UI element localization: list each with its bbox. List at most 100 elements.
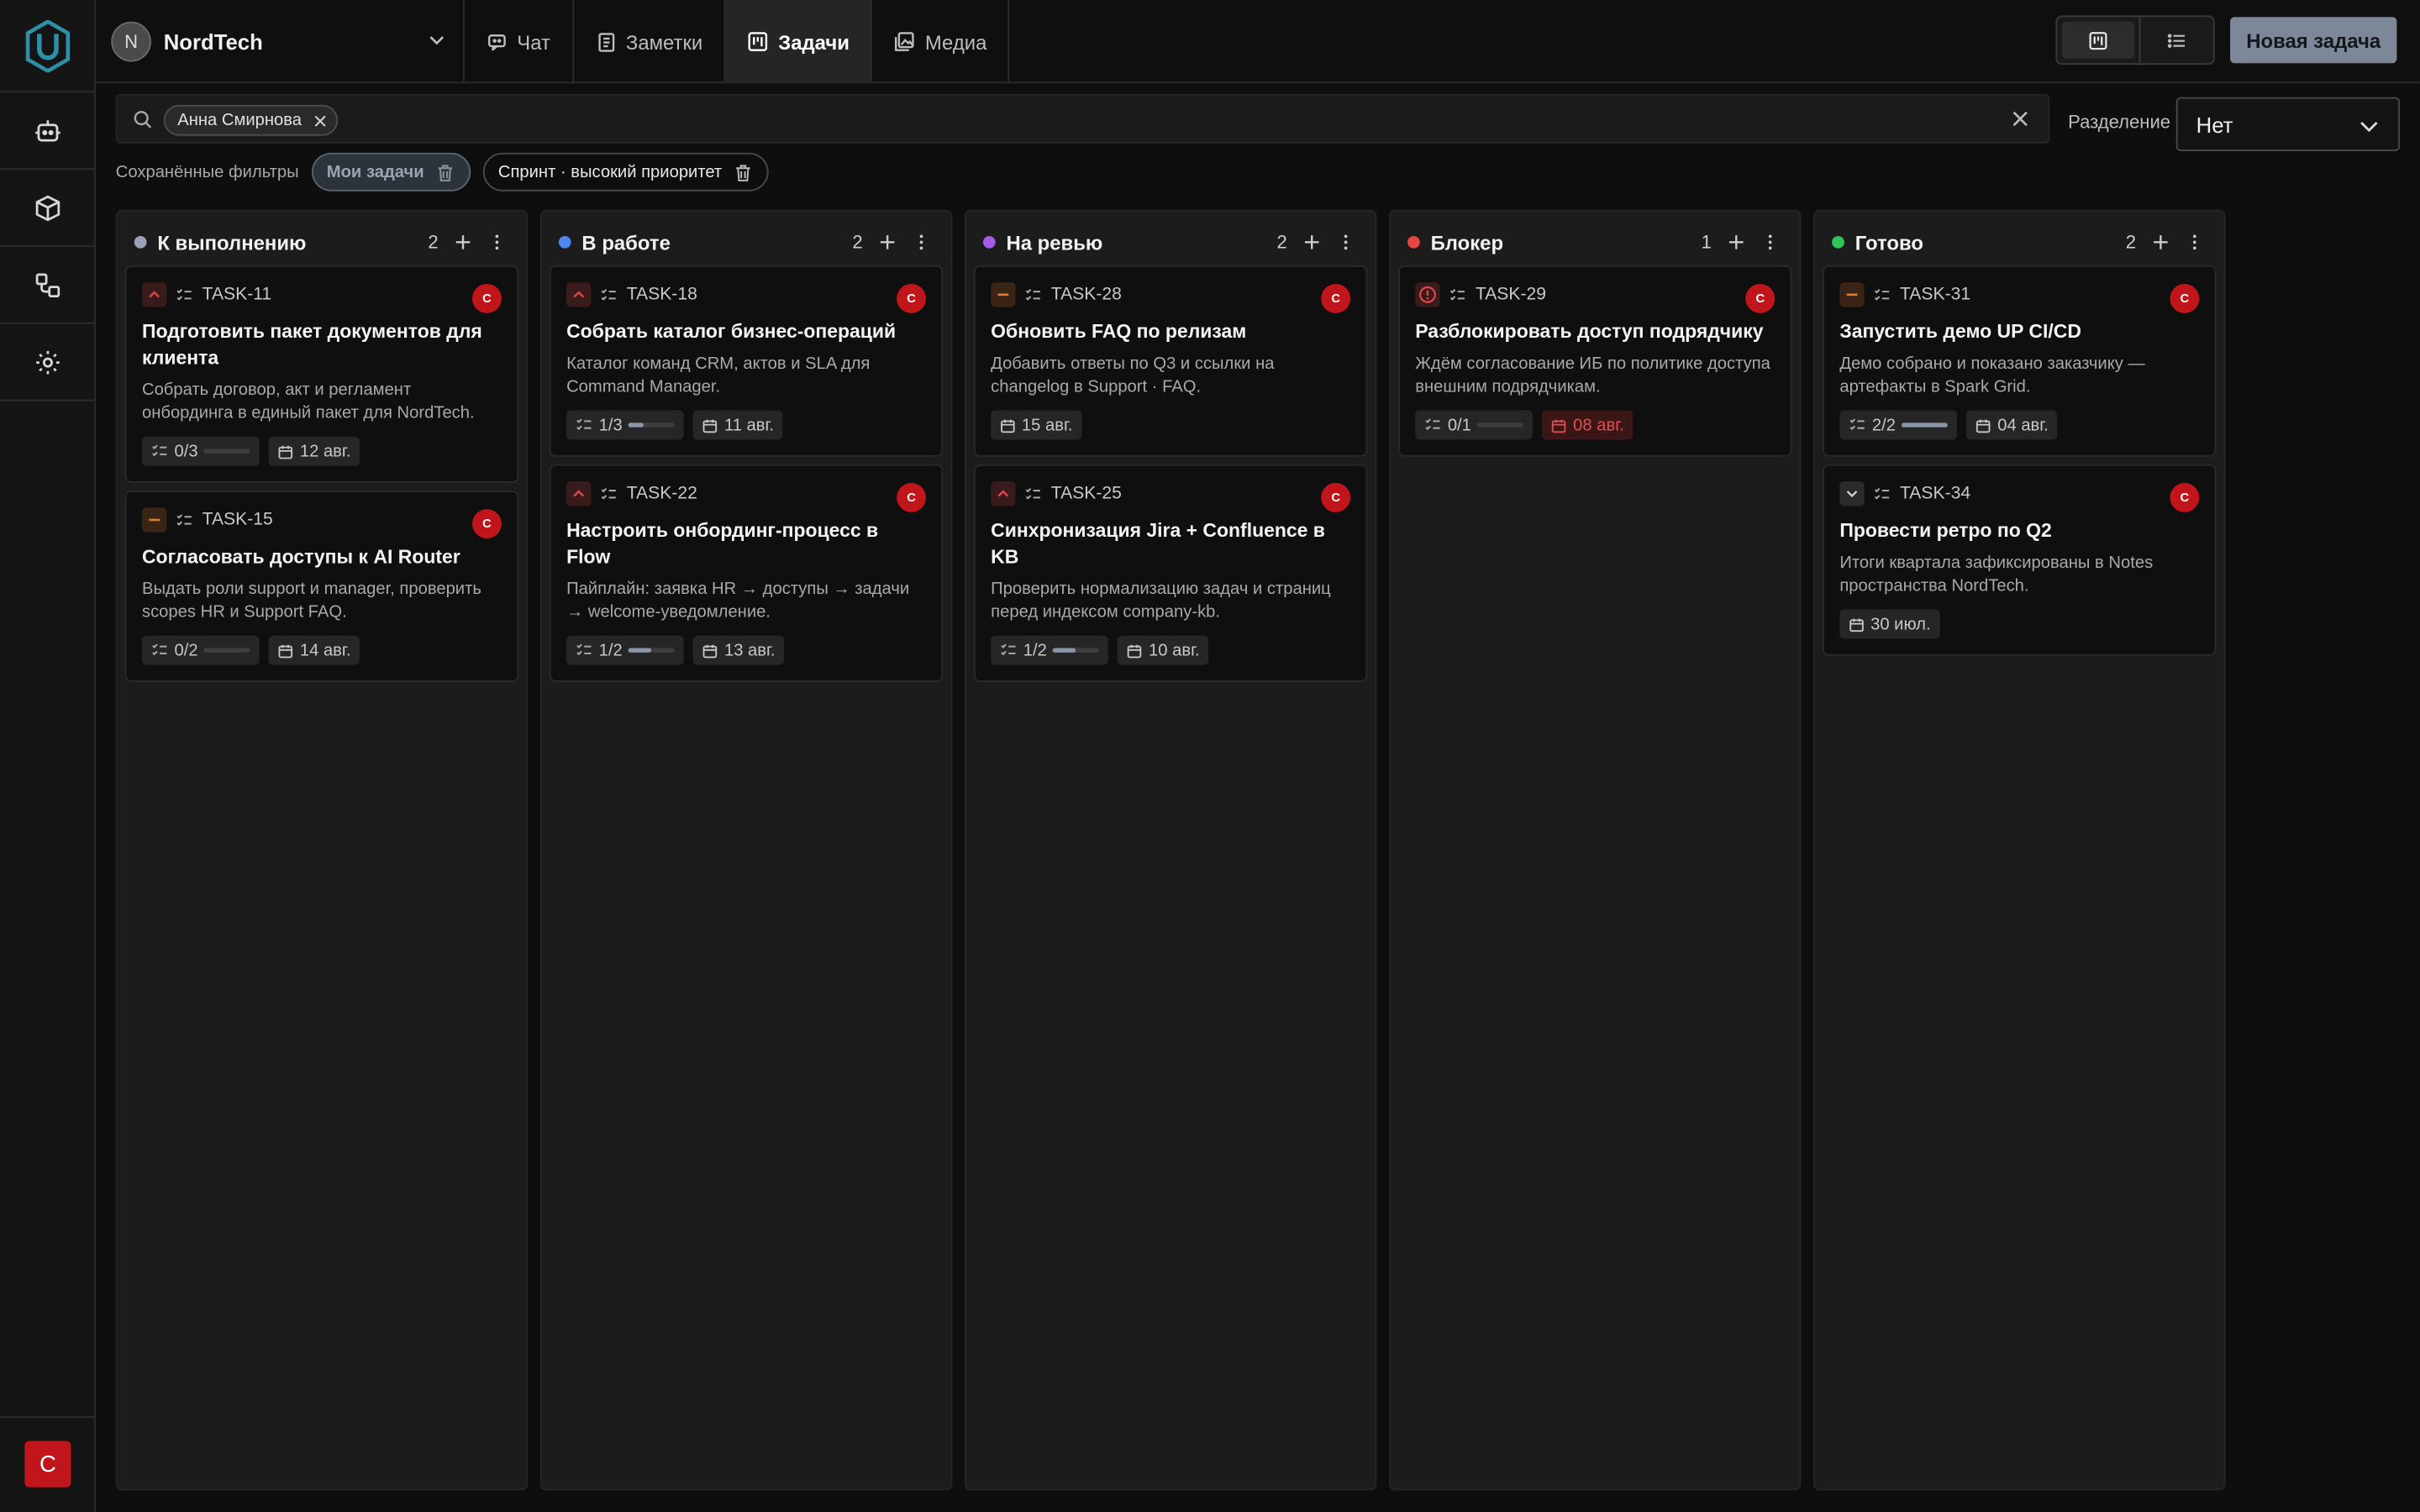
task-card-header: TASK-29 xyxy=(1415,281,1775,308)
column-count: 2 xyxy=(428,231,439,254)
task-card[interactable]: TASK-15 C Согласовать доступы к AI Router В… xyxy=(124,491,519,682)
calendar-icon xyxy=(1000,417,1015,433)
more-vertical-icon[interactable] xyxy=(1337,232,1355,260)
filter-search-bar[interactable]: Анна Смирнова xyxy=(115,94,2050,144)
tab-notes[interactable]: Заметки xyxy=(573,0,726,84)
subtask-count: 0/2 xyxy=(174,641,198,660)
task-meta: 0/2 14 авг. xyxy=(141,635,502,665)
progress-bar xyxy=(203,648,251,653)
view-list-button[interactable] xyxy=(2141,17,2213,63)
subtask-progress: 1/2 xyxy=(566,635,685,665)
assignee-avatar[interactable]: C xyxy=(1321,283,1351,313)
due-date-text: 08 авг. xyxy=(1573,415,1624,435)
split-select[interactable]: Нет xyxy=(2175,97,2401,151)
task-type-icon xyxy=(600,286,617,303)
task-description: Пайплайн: заявка HR → доступы → задачи →… xyxy=(566,580,910,622)
checklist-icon xyxy=(576,642,592,659)
urgent-priority-icon xyxy=(1415,282,1440,307)
close-icon[interactable] xyxy=(314,113,329,128)
task-card-header: TASK-25 xyxy=(991,480,1350,507)
trash-icon[interactable] xyxy=(436,163,453,181)
calendar-icon xyxy=(1551,417,1566,433)
checklist-icon xyxy=(1000,642,1017,659)
assignee-avatar[interactable]: C xyxy=(472,283,502,313)
task-description: Выдать роли support и manager, проверить… xyxy=(141,580,481,622)
saved-filter-label: Спринт · высокий приоритет xyxy=(497,162,723,181)
tab-chat[interactable]: Чат xyxy=(465,0,574,84)
due-date-text: 13 авг. xyxy=(723,641,776,660)
rail-settings[interactable] xyxy=(0,324,95,402)
top-bar: N NordTech Чат Заметки Задачи Медиа Нова… xyxy=(95,0,2420,84)
assignee-avatar[interactable]: C xyxy=(2170,283,2200,313)
split-label: Разделение xyxy=(2068,111,2171,133)
task-description: Каталог команд CRM, актов и SLA для Comm… xyxy=(566,354,871,397)
task-card[interactable]: TASK-31 C Запустить демо UP CI/CD Демо собр… xyxy=(1823,265,2217,457)
assignee-avatar[interactable]: C xyxy=(897,482,927,512)
due-date: 04 авг. xyxy=(1966,410,2058,440)
column-title: Готово xyxy=(1854,230,1923,255)
rail-agents[interactable] xyxy=(0,92,95,171)
task-card-header: TASK-18 xyxy=(566,281,926,308)
more-vertical-icon[interactable] xyxy=(912,232,930,260)
saved-filter-sprint-high[interactable]: Спринт · высокий приоритет xyxy=(482,152,769,192)
due-date-text: 30 июл. xyxy=(1870,614,1931,633)
bot-icon xyxy=(34,119,60,141)
user-avatar[interactable]: C xyxy=(24,1441,71,1488)
medium-priority-icon xyxy=(991,282,1016,307)
add-card-icon[interactable] xyxy=(454,232,472,260)
rail-modules[interactable] xyxy=(0,170,95,247)
saved-filter-my-tasks[interactable]: Мои задачи xyxy=(311,152,471,192)
task-id: TASK-11 xyxy=(202,285,272,304)
task-meta: 1/2 10 авг. xyxy=(991,635,1350,665)
task-card[interactable]: TASK-34 C Провести ретро по Q2 Итоги кварта… xyxy=(1823,464,2217,656)
more-vertical-icon[interactable] xyxy=(487,232,506,260)
high-priority-icon xyxy=(566,481,592,507)
saved-filter-label: Мои задачи xyxy=(326,162,424,181)
assignee-avatar[interactable]: C xyxy=(1321,482,1351,512)
due-date: 14 авг. xyxy=(269,635,360,665)
task-card-header: TASK-11 xyxy=(141,281,502,308)
task-card[interactable]: TASK-18 C Собрать каталог бизнес-операций К… xyxy=(549,265,944,457)
add-card-icon[interactable] xyxy=(1727,232,1745,260)
column-header: Блокер 1 xyxy=(1398,219,1791,265)
task-description: Проверить нормализацию задач и страниц п… xyxy=(991,580,1331,622)
assignee-avatar[interactable]: C xyxy=(1745,283,1776,313)
rail-flows[interactable] xyxy=(0,247,95,324)
trash-icon[interactable] xyxy=(734,163,751,181)
medium-priority-icon xyxy=(141,507,167,533)
progress-bar xyxy=(1477,423,1524,428)
add-card-icon[interactable] xyxy=(2151,232,2170,260)
task-title: Настроить онбординг-процесс в Flow xyxy=(566,519,879,568)
view-board-button[interactable] xyxy=(2061,21,2135,59)
app-logo[interactable] xyxy=(0,0,95,93)
task-card-header: TASK-28 xyxy=(991,281,1350,308)
high-priority-icon xyxy=(141,282,167,307)
task-meta: 30 июл. xyxy=(1839,609,2199,639)
assignee-avatar[interactable]: C xyxy=(897,283,927,313)
new-task-button[interactable]: Новая задача xyxy=(2230,17,2397,64)
add-card-icon[interactable] xyxy=(878,232,897,260)
task-card[interactable]: TASK-28 C Обновить FAQ по релизам Добавить … xyxy=(973,265,1368,457)
assignee-avatar[interactable]: C xyxy=(2170,482,2200,512)
tab-media[interactable]: Медиа xyxy=(872,0,1010,84)
progress-bar xyxy=(629,423,676,428)
task-card[interactable]: TASK-29 C Разблокировать доступ подрядчику… xyxy=(1398,265,1792,457)
more-vertical-icon[interactable] xyxy=(1761,232,1780,260)
board-column: К выполнению 2 TASK-11 C Подготовить пакет д… xyxy=(115,209,529,1491)
column-header: К выполнению 2 xyxy=(125,219,518,265)
task-card[interactable]: TASK-25 C Синхронизация Jira + Confluence … xyxy=(973,464,1368,682)
workspace-switcher[interactable]: N NordTech xyxy=(111,18,445,65)
high-priority-icon xyxy=(566,282,592,307)
high-priority-icon xyxy=(991,481,1016,507)
task-card[interactable]: TASK-11 C Подготовить пакет документов для… xyxy=(124,265,519,483)
task-card[interactable]: TASK-22 C Настроить онбординг-процесс в Fl… xyxy=(549,464,944,682)
more-vertical-icon[interactable] xyxy=(2186,232,2204,260)
subtask-count: 1/2 xyxy=(598,641,623,660)
task-card-header: TASK-15 xyxy=(141,506,502,533)
tab-tasks[interactable]: Задачи xyxy=(725,0,873,84)
due-date-text: 14 авг. xyxy=(299,641,351,660)
column-title: К выполнению xyxy=(157,230,307,255)
add-card-icon[interactable] xyxy=(1302,232,1321,260)
clear-search-icon[interactable] xyxy=(2011,109,2029,128)
assignee-avatar[interactable]: C xyxy=(472,509,502,539)
